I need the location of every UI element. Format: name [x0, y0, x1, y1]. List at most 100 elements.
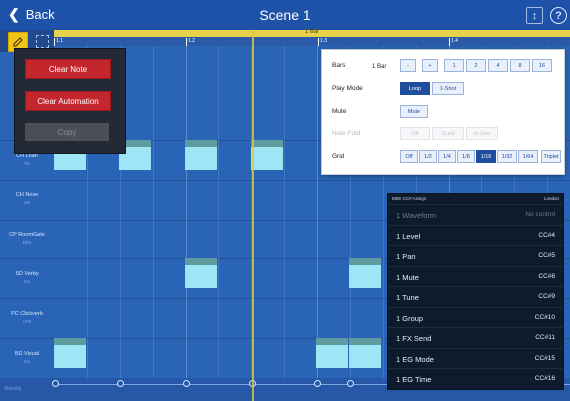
note-block[interactable]	[185, 258, 217, 288]
cc-param-value: CC#9	[538, 293, 555, 300]
cc-row[interactable]: 1 Tune CC#9	[388, 286, 563, 308]
automation-point[interactable]	[314, 380, 321, 387]
note-block[interactable]	[316, 338, 348, 368]
cc-param-name: 1 Mute	[396, 272, 419, 282]
bars-increase-button[interactable]: +	[422, 59, 438, 72]
track-name: CP RoomGate	[9, 232, 45, 238]
bars-1-button[interactable]: 1	[444, 59, 464, 72]
track-label[interactable]: PC Clickverb C#2	[0, 311, 54, 325]
cc-param-name: 1 Pan	[396, 252, 416, 261]
ruler-label: 1.1	[56, 38, 63, 44]
track-label[interactable]: CH Nose C6	[0, 192, 54, 206]
cc-panel-title: MIDI CC# Assign	[392, 196, 427, 201]
cc-row[interactable]: 1 EG Time CC#16	[388, 368, 563, 390]
cc-param-value: CC#8	[538, 272, 555, 280]
track-note: D2	[24, 279, 30, 284]
grid-sixteenth-button[interactable]: 1/16	[476, 150, 496, 163]
note-block[interactable]	[349, 258, 381, 288]
clear-automation-button[interactable]: Clear Automation	[25, 91, 111, 111]
bars-label: Bars	[332, 62, 346, 69]
cc-row[interactable]: 1 Mute CC#8	[388, 265, 563, 288]
automation-point[interactable]	[183, 380, 190, 387]
sequencer-app: ❮ Back Scene 1 ↕ ? 1 Bar 1.1 1.2 1.3 1.4…	[0, 0, 570, 401]
track-label[interactable]: BD Visual C2	[0, 351, 54, 365]
track-label[interactable]: CH Loan F5	[0, 153, 54, 167]
track-name: PC Clickverb	[11, 311, 43, 317]
triplet-button[interactable]: Triplet	[541, 150, 561, 163]
bars-2-button[interactable]: 2	[466, 59, 486, 72]
top-bar: ❮ Back Scene 1 ↕ ?	[0, 0, 570, 30]
cc-param-value: CC#16	[534, 375, 555, 382]
loop-bar-label: 1 Bar	[304, 29, 320, 35]
lock-icon[interactable]: ↕	[526, 7, 543, 24]
note-fold-inuse-button[interactable]: In-Use	[466, 127, 498, 140]
track-name: SD Verby	[15, 271, 39, 277]
cc-row[interactable]: 1 EG Mode CC#15	[388, 347, 563, 370]
note-block[interactable]	[349, 338, 381, 368]
note-block[interactable]	[251, 140, 283, 170]
cc-param-name: 1 EG Time	[396, 375, 432, 384]
track-note: F5	[24, 161, 30, 166]
cc-param-value: CC#4	[538, 231, 555, 239]
play-mode-label: Play Mode	[332, 85, 363, 92]
grid-quarter-button[interactable]: 1/4	[438, 150, 456, 163]
note-block[interactable]	[185, 140, 217, 170]
page-title: Scene 1	[259, 7, 311, 23]
sequence-settings-panel: Bars 1 Bar - + 1 2 4 8 16 Play Mode Loop…	[321, 49, 565, 175]
cc-param-value: CC#10	[534, 313, 555, 321]
bars-4-button[interactable]: 4	[488, 59, 508, 72]
note-fold-scale-button[interactable]: Scale	[432, 127, 464, 140]
automation-point[interactable]	[52, 380, 59, 387]
clear-note-button[interactable]: Clear Note	[25, 59, 111, 79]
ruler-label: 1.2	[188, 38, 195, 44]
automation-point[interactable]	[117, 380, 124, 387]
play-mode-oneshot-button[interactable]: 1-Shot	[432, 82, 464, 95]
bars-16-button[interactable]: 16	[532, 59, 552, 72]
context-menu: Clear Note Clear Automation Copy	[14, 48, 126, 154]
grid-32nd-button[interactable]: 1/32	[497, 150, 517, 163]
grid-64th-button[interactable]: 1/64	[518, 150, 538, 163]
track-note: C2	[24, 359, 30, 364]
midi-cc-assign-panel: MIDI CC# Assign London 1 Waveform No con…	[387, 193, 564, 390]
note-fold-off-button[interactable]: Off	[400, 127, 430, 140]
cc-row[interactable]: 1 Pan CC#5	[388, 245, 563, 267]
track-note: D#2	[22, 240, 32, 245]
track-label[interactable]: CP RoomGate D#2	[0, 232, 54, 246]
cc-param-name: 1 EG Mode	[396, 354, 434, 364]
cc-param-name: 1 Waveform	[396, 211, 437, 220]
grid-line	[152, 46, 154, 401]
note-block[interactable]	[54, 338, 86, 368]
cc-param-value: CC#15	[534, 354, 555, 362]
track-label[interactable]: SD Verby D2	[0, 271, 54, 285]
grid-off-button[interactable]: Off	[400, 150, 418, 163]
cc-row[interactable]: 1 Group CC#10	[388, 306, 563, 329]
cc-param-value: CC#11	[535, 334, 555, 341]
lane-divider	[0, 180, 570, 181]
ruler-label: 1.3	[320, 38, 327, 44]
cc-panel-header: MIDI CC# Assign London	[388, 194, 563, 204]
automation-point[interactable]	[347, 380, 354, 387]
mute-label: Mute	[332, 108, 347, 115]
mute-button[interactable]: Mute	[400, 105, 428, 118]
play-mode-loop-button[interactable]: Loop	[400, 82, 430, 95]
grid-half-button[interactable]: 1/2	[419, 150, 437, 163]
grid-eighth-button[interactable]: 1/8	[457, 150, 475, 163]
cc-row[interactable]: 1 FX Send CC#11	[388, 327, 563, 349]
cc-param-value: CC#5	[538, 252, 555, 259]
cc-param-name: 1 FX Send	[396, 334, 432, 343]
track-note: C#2	[22, 319, 32, 324]
cc-row[interactable]: 1 Level CC#4	[388, 224, 563, 247]
cc-param-name: 1 Group	[396, 313, 424, 323]
bars-value: 1 Bar	[372, 64, 387, 70]
grid-line	[284, 46, 286, 401]
automation-label: Velocity	[4, 386, 22, 392]
cc-panel-instrument: London	[543, 196, 559, 201]
help-icon[interactable]: ?	[550, 7, 567, 24]
bars-decrease-button[interactable]: -	[400, 59, 416, 72]
copy-button[interactable]: Copy	[25, 123, 109, 141]
bars-8-button[interactable]: 8	[510, 59, 530, 72]
grid-line	[185, 46, 187, 401]
cc-row[interactable]: 1 Waveform No control	[388, 204, 563, 226]
grid-label: Grid	[332, 153, 345, 160]
playhead[interactable]	[252, 30, 254, 401]
